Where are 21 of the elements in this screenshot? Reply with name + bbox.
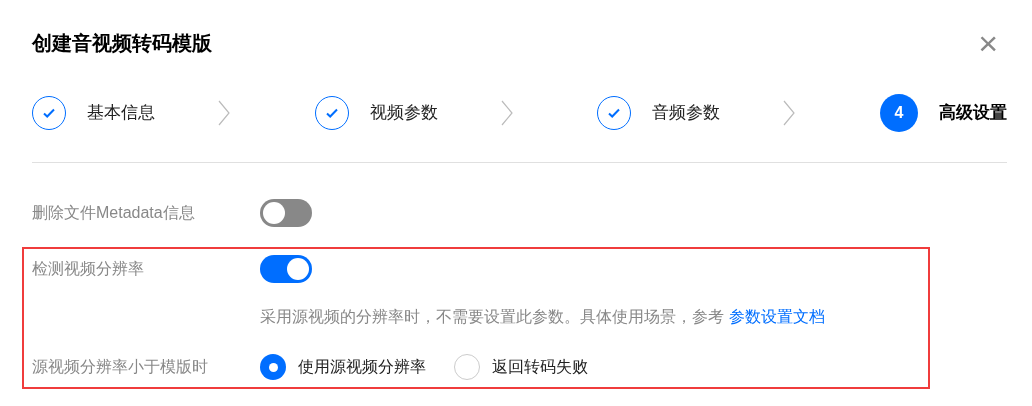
step-label: 高级设置 (939, 102, 1007, 125)
hint-text: 采用源视频的分辨率时，不需要设置此参数。具体使用场景，参考 参数设置文档 (260, 307, 825, 327)
radio-button[interactable] (454, 354, 480, 380)
docs-link[interactable]: 参数设置文档 (729, 308, 825, 325)
radio-option[interactable]: 返回转码失败 (454, 354, 588, 380)
close-button[interactable]: × (978, 26, 998, 60)
field-label: 删除文件Metadata信息 (32, 203, 196, 223)
field-label: 检测视频分辨率 (32, 259, 145, 279)
dialog-title: 创建音视频转码模版 (32, 31, 212, 56)
step-label: 视频参数 (369, 102, 438, 125)
radio-option[interactable]: 使用源视频分辨率 (260, 354, 426, 380)
step-label: 音频参数 (652, 102, 721, 125)
toggle-switch[interactable] (260, 255, 312, 283)
step-indicator: 4 (880, 94, 918, 132)
radio-button[interactable] (260, 354, 286, 380)
field-label: 源视频分辨率小于模版时 (32, 357, 209, 377)
chevron-right-icon (782, 100, 797, 126)
toggle-switch[interactable] (260, 199, 312, 227)
chevron-right-icon (217, 100, 231, 126)
chevron-right-icon (499, 100, 514, 126)
step-label: 基本信息 (87, 102, 155, 125)
